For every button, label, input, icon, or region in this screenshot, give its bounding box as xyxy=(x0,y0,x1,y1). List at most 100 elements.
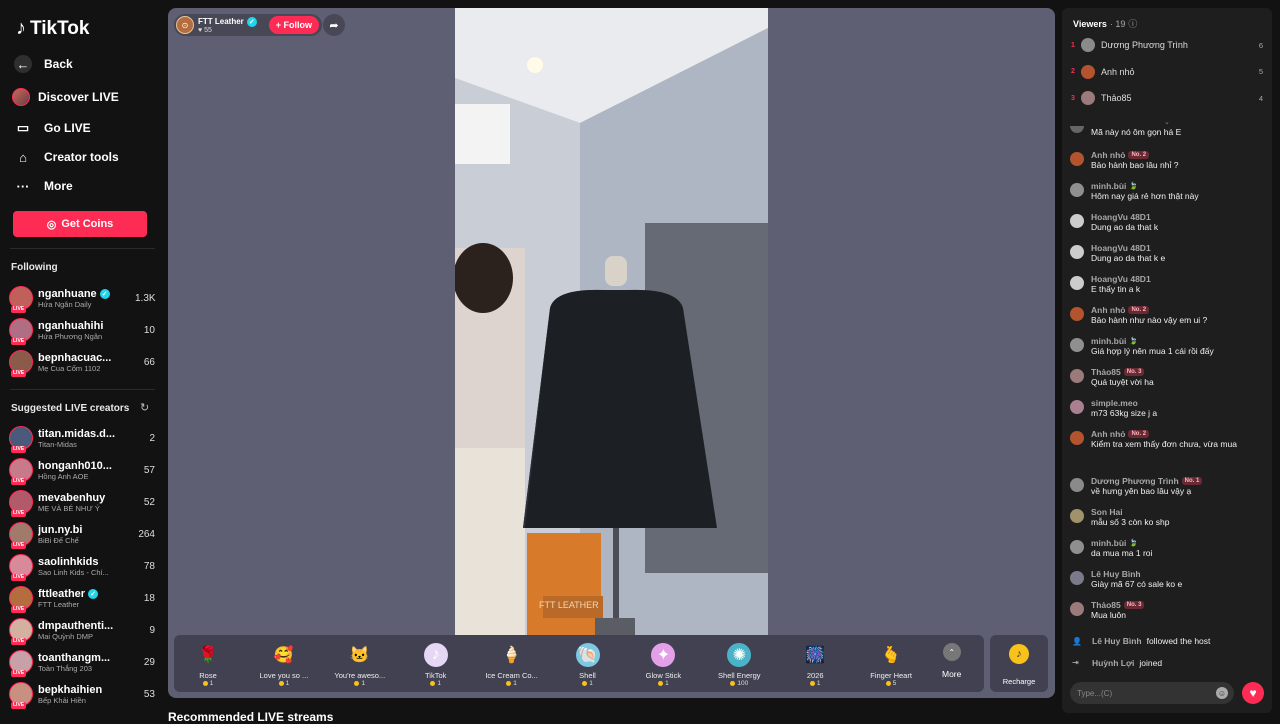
system-username[interactable]: Lê Huy Bình xyxy=(1092,636,1142,646)
chat-username[interactable]: minh.bùi xyxy=(1091,538,1126,548)
like-heart-button[interactable]: ♥ xyxy=(1242,682,1264,704)
chat-username[interactable]: Anh nhỏ xyxy=(1091,150,1125,160)
creator-row[interactable]: LIVE bepkhaihien Bếp Khải Hiền 53 xyxy=(9,679,155,709)
chat-avatar[interactable] xyxy=(1070,152,1084,166)
chat-avatar[interactable] xyxy=(1070,369,1084,383)
creator-row[interactable]: LIVE toanthangm... Toàn Thắng 203 29 xyxy=(9,647,155,677)
chat-username[interactable]: minh.bùi xyxy=(1091,336,1126,346)
refresh-icon[interactable]: ↻ xyxy=(140,401,149,414)
creator-row[interactable]: LIVE mevabenhuy MẸ VÀ BÉ NHƯ Ý 52 xyxy=(9,487,155,517)
gift-item[interactable]: 🌹 Rose 1 xyxy=(170,635,246,692)
chat-avatar[interactable] xyxy=(1070,245,1084,259)
chat-message[interactable]: Anh nhỏ No. 2 Kiểm tra xem thấy đơn chưa, … xyxy=(1070,429,1265,450)
creator-row[interactable]: LIVE fttleather ✓ FTT Leather 18 xyxy=(9,583,155,613)
system-username[interactable]: Huỳnh Lợi xyxy=(1092,658,1134,668)
chat-avatar[interactable] xyxy=(1070,183,1084,197)
gift-item[interactable]: 🥰 Love you so ... 1 xyxy=(246,635,322,692)
info-icon[interactable]: ⓘ xyxy=(1128,17,1137,30)
chat-message[interactable]: Dương Phương Trình No. 1 về hưng yên bao l… xyxy=(1070,476,1265,497)
chat-avatar[interactable] xyxy=(1070,400,1084,414)
chat-list[interactable]: Anhanhanh215Mã này nó ôm gọn há E Anh nhỏ… xyxy=(1062,126,1272,686)
chat-username[interactable]: Dương Phương Trình xyxy=(1091,476,1179,486)
emoji-icon[interactable]: ☺ xyxy=(1216,687,1228,699)
tiktok-logo[interactable]: ♪ TikTok xyxy=(16,17,89,40)
gift-item[interactable]: ✺ Shell Energy 100 xyxy=(701,635,777,692)
nav-creator-tools[interactable]: ⌂ Creator tools xyxy=(14,148,119,166)
avatar[interactable]: LIVE xyxy=(9,522,33,549)
creator-row[interactable]: LIVE nganhuane ✓ Hứa Ngân Daily 1.3K xyxy=(9,283,156,313)
nav-go-live[interactable]: ▭ Go LIVE xyxy=(14,119,91,137)
chat-message[interactable]: Thảo85 No. 3 Mua luôn xyxy=(1070,600,1265,621)
chat-message[interactable]: Lê Huy Bình Giày mã 67 có sale ko e xyxy=(1070,569,1265,590)
viewer-row[interactable]: 2 Anh nhỏ 5 xyxy=(1071,64,1263,79)
creator-row[interactable]: LIVE jun.ny.bi BiBi Đế Chế 264 xyxy=(9,519,155,549)
viewer-row[interactable]: 3 Thảo85 4 xyxy=(1071,91,1263,105)
chat-message[interactable]: HoangVu 48D1 E thấy tin a k xyxy=(1070,274,1265,295)
gift-item[interactable]: ♪ TikTok 1 xyxy=(398,635,474,692)
chat-username[interactable]: Lê Huy Bình xyxy=(1091,569,1141,579)
more-gifts-button[interactable]: ⌃ More xyxy=(942,643,961,679)
follow-button[interactable]: + Follow xyxy=(268,16,320,34)
chat-avatar[interactable] xyxy=(1070,540,1084,554)
share-icon[interactable]: ➦ xyxy=(323,14,345,36)
gift-item[interactable]: 🎆 2026 1 xyxy=(777,635,853,692)
nav-discover-live[interactable]: Discover LIVE xyxy=(12,88,119,106)
creator-row[interactable]: LIVE honganh010... Hồng Anh AOE 57 xyxy=(9,455,155,485)
chat-message[interactable]: minh.bùi 🍃 Giá hợp lý nên mua 1 cái rồi đấ… xyxy=(1070,336,1265,357)
nav-more[interactable]: ··· More xyxy=(14,177,73,195)
gift-item[interactable]: 🐱 You're aweso... 1 xyxy=(322,635,398,692)
chat-message[interactable]: Son Hai mẫu số 3 còn ko shp xyxy=(1070,507,1265,528)
chat-username[interactable]: Anh nhỏ xyxy=(1091,429,1125,439)
avatar[interactable]: LIVE xyxy=(9,650,33,677)
chat-username[interactable]: Anh nhỏ xyxy=(1091,305,1125,315)
chat-message[interactable]: minh.bùi 🍃 da mua ma 1 roi xyxy=(1070,538,1265,559)
gift-item[interactable]: 🐚 Shell 1 xyxy=(550,635,626,692)
avatar[interactable]: LIVE xyxy=(9,286,33,313)
creator-row[interactable]: LIVE saolinhkids Sao Linh Kids - Chí... 78 xyxy=(9,551,155,581)
chat-avatar[interactable] xyxy=(1070,571,1084,585)
gift-item[interactable]: 🍦 Ice Cream Co... 1 xyxy=(474,635,550,692)
chat-avatar[interactable] xyxy=(1070,126,1084,133)
chat-message[interactable]: simple.meo m73 63kg size j a xyxy=(1070,398,1265,419)
creator-row[interactable]: LIVE dmpauthenti... Mai Quỳnh DMP 9 xyxy=(9,615,155,645)
avatar[interactable]: LIVE xyxy=(9,490,33,517)
back-button[interactable]: ← Back xyxy=(14,55,73,73)
chat-message[interactable]: Anh nhỏ No. 2 Bảo hành như nào vậy em ui ? xyxy=(1070,305,1265,326)
chat-message[interactable]: Thảo85 No. 3 Quá tuyệt vời ha xyxy=(1070,367,1265,388)
recharge-button[interactable]: ♪ Recharge xyxy=(990,635,1048,692)
host-info[interactable]: ⊙ FTT Leather ✓ ♥ 55 + Follow xyxy=(174,14,323,36)
avatar[interactable]: LIVE xyxy=(9,586,33,613)
avatar[interactable]: LIVE xyxy=(9,426,33,453)
chat-username[interactable]: Thảo85 xyxy=(1091,600,1121,610)
avatar[interactable]: LIVE xyxy=(9,318,33,345)
chat-avatar[interactable] xyxy=(1070,509,1084,523)
gift-item[interactable]: ✦ Glow Stick 1 xyxy=(625,635,701,692)
chat-username[interactable]: minh.bùi xyxy=(1091,181,1126,191)
creator-row[interactable]: LIVE bepnhacuac... Mẹ Cua Cốm 1102 66 xyxy=(9,347,155,377)
chat-message[interactable]: minh.bùi 🍃 Hôm nay giá rẻ hơn thật này xyxy=(1070,181,1265,202)
chat-username[interactable]: Son Hai xyxy=(1091,507,1123,517)
avatar[interactable]: LIVE xyxy=(9,682,33,709)
comment-input[interactable]: Type...(C) ☺ xyxy=(1070,682,1234,704)
avatar[interactable]: LIVE xyxy=(9,618,33,645)
avatar[interactable]: LIVE xyxy=(9,458,33,485)
host-avatar[interactable]: ⊙ xyxy=(176,16,194,34)
avatar[interactable]: LIVE xyxy=(9,350,33,377)
chat-avatar[interactable] xyxy=(1070,431,1084,445)
live-video[interactable]: FTT LEATHER xyxy=(455,8,768,635)
creator-row[interactable]: LIVE nganhuahihi Hứa Phương Ngân 10 xyxy=(9,315,155,345)
gift-item[interactable]: 🫰 Finger Heart 5 xyxy=(853,635,929,692)
chat-username[interactable]: HoangVu 48D1 xyxy=(1091,212,1151,222)
get-coins-button[interactable]: ◎ Get Coins xyxy=(13,211,147,237)
chat-message[interactable]: Anh nhỏ No. 2 Bảo hành bao lâu nhỉ ? xyxy=(1070,150,1265,171)
chevron-down-icon[interactable]: ⌄ xyxy=(1164,118,1170,126)
chat-avatar[interactable] xyxy=(1070,276,1084,290)
chat-username[interactable]: Thảo85 xyxy=(1091,367,1121,377)
chat-username[interactable]: simple.meo xyxy=(1091,398,1138,408)
chat-message[interactable]: HoangVu 48D1 Dung ao da that k e xyxy=(1070,243,1265,264)
viewer-row[interactable]: 1 Dương Phương Trình 6 xyxy=(1071,38,1263,52)
creator-row[interactable]: LIVE titan.midas.d... Titan-Midas 2 xyxy=(9,423,155,453)
chat-username[interactable]: HoangVu 48D1 xyxy=(1091,274,1151,284)
chat-message[interactable]: HoangVu 48D1 Dung ao da that k xyxy=(1070,212,1265,233)
chat-avatar[interactable] xyxy=(1070,478,1084,492)
